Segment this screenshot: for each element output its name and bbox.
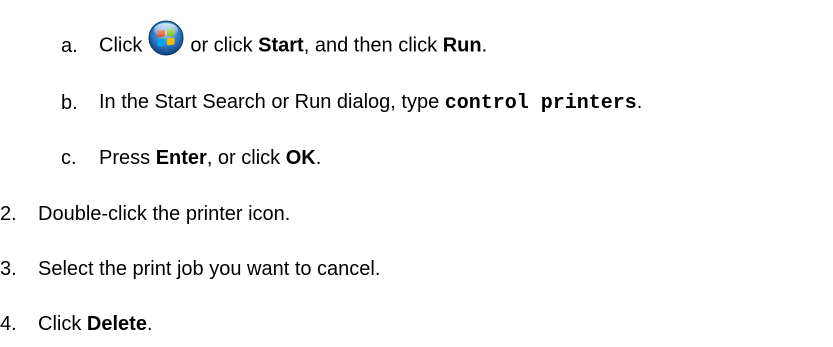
step-c-enter-label: Enter xyxy=(155,146,207,169)
step-b-text: In the Start Search or Run dialog, type … xyxy=(99,91,642,115)
step-2-marker: 2. xyxy=(0,202,17,225)
step-a-start-label: Start xyxy=(258,34,304,57)
step-a-marker: a. xyxy=(61,34,78,57)
step-4-marker: 4. xyxy=(0,312,17,335)
step-b-period: . xyxy=(636,91,643,113)
step-3-marker: 3. xyxy=(0,257,17,280)
step-c-period: . xyxy=(315,146,322,169)
step-a-then-text: , and then click xyxy=(303,34,438,57)
step-b-marker: b. xyxy=(61,91,78,114)
step-b-command: control printers xyxy=(444,92,637,115)
step-a-period: . xyxy=(481,34,488,57)
step-c-ok-label: OK xyxy=(285,146,316,169)
step-4-click-text: Click xyxy=(38,312,82,335)
step-a-text: Click or click Start, and then click Run… xyxy=(99,20,488,64)
step-4-period: . xyxy=(146,312,153,335)
step-a-or-text: or click xyxy=(190,34,253,57)
windows-start-orb-icon[interactable] xyxy=(148,20,184,56)
step-c-marker: c. xyxy=(61,146,77,169)
step-2-text: Double-click the printer icon. xyxy=(38,202,291,225)
step-b-instruction: In the Start Search or Run dialog, type xyxy=(99,91,440,113)
step-3-text: Select the print job you want to cancel. xyxy=(38,257,381,280)
step-a-click-text: Click xyxy=(99,34,143,57)
step-c-or-text: , or click xyxy=(206,146,281,169)
step-c-press-text: Press xyxy=(99,146,151,169)
step-a-run-label: Run xyxy=(442,34,482,57)
step-4-text: Click Delete. xyxy=(38,313,153,336)
step-4-delete-label: Delete xyxy=(86,312,147,335)
step-c-text: Press Enter, or click OK. xyxy=(99,147,321,170)
